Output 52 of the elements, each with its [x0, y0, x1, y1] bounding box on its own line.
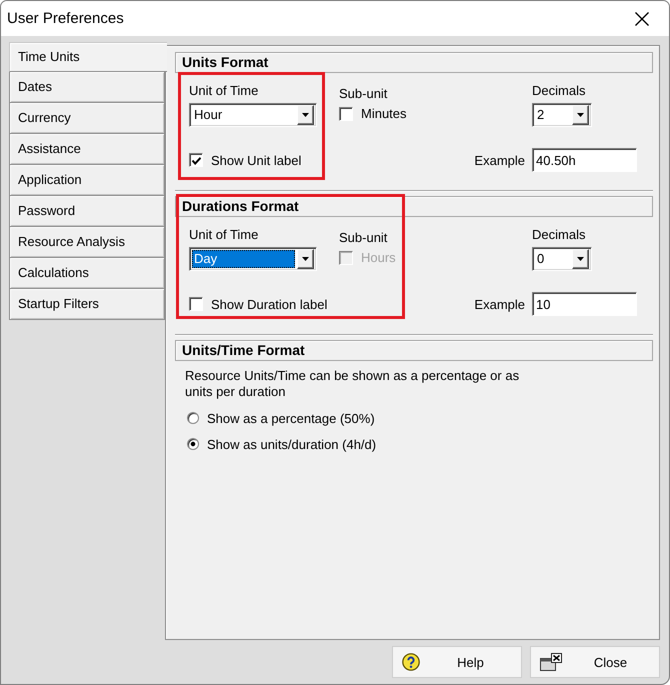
field-label: Unit of Time — [189, 84, 260, 98]
radio-label[interactable]: Show as a percentage (50%) — [207, 410, 375, 426]
radio-button[interactable] — [187, 412, 199, 424]
help-icon — [402, 653, 420, 671]
field-label: Decimals — [532, 228, 586, 242]
section-header: Units Format — [175, 52, 653, 73]
radio-button[interactable] — [187, 438, 199, 450]
dropdown-button[interactable] — [297, 105, 314, 125]
caret-icon — [302, 257, 309, 261]
sidebar-tab[interactable]: Currency — [9, 103, 165, 134]
description-text: Resource Units/Time can be shown as a percentage or as units per duration — [185, 368, 520, 400]
close-button[interactable]: Close — [530, 646, 660, 678]
dropdown-button[interactable] — [572, 249, 589, 269]
field-label: Unit of Time — [189, 228, 260, 242]
checkbox-label[interactable]: Show Unit label — [211, 152, 302, 168]
sidebar-tab[interactable]: Dates — [9, 72, 165, 103]
sidebar-tab[interactable]: Password — [9, 196, 165, 227]
close-window-icon — [540, 653, 562, 671]
close-icon — [635, 12, 649, 26]
sidebar-tab[interactable]: Startup Filters — [9, 289, 165, 320]
dropdown-button[interactable] — [572, 105, 589, 125]
window-title: User Preferences — [7, 10, 124, 27]
checkbox-label[interactable]: Minutes — [361, 106, 407, 121]
caret-icon — [302, 113, 309, 117]
sidebar-tab[interactable]: Resource Analysis — [9, 227, 165, 258]
field-label: Sub-unit — [339, 87, 388, 101]
dropdown[interactable]: Hour — [189, 103, 317, 127]
section-header: Durations Format — [175, 196, 653, 217]
checkbox[interactable] — [189, 153, 203, 167]
field-label: Sub-unit — [339, 231, 388, 245]
sidebar-tab[interactable]: Assistance — [9, 134, 165, 165]
field-label: Example — [474, 152, 525, 168]
checkmark-icon — [192, 156, 201, 164]
section-header: Units/Time Format — [175, 340, 653, 361]
sidebar-tab[interactable]: Time Units — [9, 42, 167, 72]
dropdown[interactable]: 0 — [532, 247, 592, 271]
sidebar-tab[interactable]: Application — [9, 165, 165, 196]
dropdown[interactable]: Day — [189, 247, 317, 271]
field-label: Decimals — [532, 84, 586, 98]
help-button[interactable]: Help — [392, 646, 522, 678]
text-field[interactable]: 40.50h — [532, 148, 637, 172]
text-field[interactable]: 10 — [532, 292, 637, 316]
checkbox[interactable] — [189, 297, 203, 311]
sidebar-tab[interactable]: Calculations — [9, 258, 165, 289]
dropdown-button[interactable] — [297, 249, 314, 269]
checkbox[interactable] — [339, 106, 353, 120]
field-label: Example — [474, 296, 525, 312]
radio-label[interactable]: Show as units/duration (4h/d) — [207, 436, 376, 452]
caret-icon — [577, 113, 584, 117]
dropdown[interactable]: 2 — [532, 103, 592, 127]
caret-icon — [577, 257, 584, 261]
checkbox-label[interactable]: Show Duration label — [211, 296, 328, 312]
